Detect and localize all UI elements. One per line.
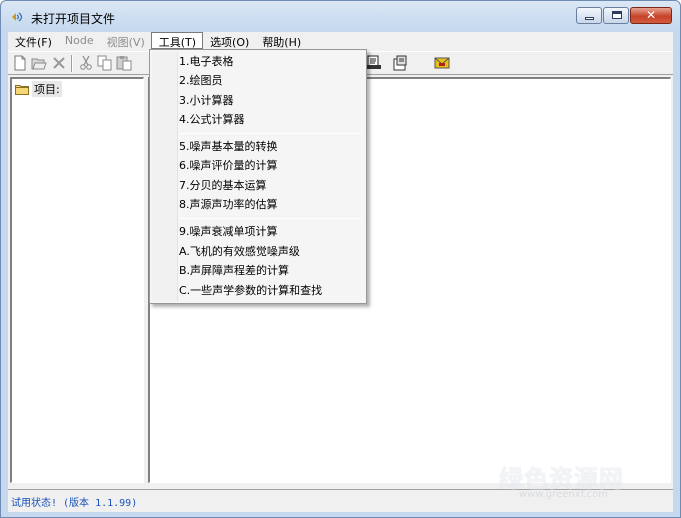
maximize-button[interactable]: [603, 7, 629, 24]
tools-menu-item[interactable]: B.声屏障声程差的计算: [179, 262, 289, 280]
tree-root-node[interactable]: 项目:: [15, 81, 62, 97]
tools-menu-item[interactable]: 1.电子表格: [179, 53, 234, 71]
paste-icon[interactable]: [115, 54, 133, 72]
tree-root-label: 项目:: [32, 81, 62, 97]
tools-menu-item[interactable]: 3.小计算器: [179, 92, 234, 110]
menu-options[interactable]: 选项(O): [203, 32, 255, 50]
menu-help[interactable]: 帮助(H): [255, 32, 307, 50]
menu-view[interactable]: 视图(V): [100, 32, 151, 50]
new-file-icon[interactable]: [11, 54, 29, 72]
tools-menu-item[interactable]: C.一些声学参数的计算和查找: [179, 282, 322, 300]
tools-menu-item[interactable]: 9.噪声衰减单项计算: [179, 223, 278, 241]
app-icon: [12, 12, 23, 22]
cut-icon[interactable]: [77, 54, 95, 72]
menu-bar: 文件(F) Node 视图(V) 工具(T) 选项(O) 帮助(H): [8, 32, 673, 50]
project-tree[interactable]: 项目:: [10, 77, 144, 483]
toolbar-separator: [71, 55, 73, 72]
caption-buttons: ✕: [576, 7, 672, 24]
status-text: 试用状态! (版本 1.1.99): [11, 498, 138, 509]
app-window: 未打开项目文件 ✕ 文件(F) Node 视图(V) 工具(T) 选项(O) 帮…: [0, 0, 681, 518]
minimize-button[interactable]: [576, 7, 602, 24]
delete-icon[interactable]: [50, 54, 68, 72]
tools-menu-item[interactable]: 4.公式计算器: [179, 111, 245, 129]
maximize-icon: [612, 11, 622, 19]
close-button[interactable]: ✕: [630, 7, 672, 24]
watermark-url: www.greenxf.com: [519, 489, 608, 500]
minimize-icon: [585, 17, 594, 20]
preview-icon[interactable]: [365, 54, 383, 72]
menu-tools[interactable]: 工具(T): [150, 32, 204, 49]
title-bar[interactable]: 未打开项目文件 ✕: [1, 1, 680, 31]
menu-file[interactable]: 文件(F): [8, 32, 58, 50]
properties-icon[interactable]: [391, 54, 409, 72]
tools-menu-item[interactable]: 5.噪声基本量的转换: [179, 138, 278, 156]
envelope-icon[interactable]: [433, 54, 451, 72]
tools-menu-dropdown: 1.电子表格 2.绘图员 3.小计算器 4.公式计算器 5.噪声基本量的转换 6…: [149, 49, 367, 304]
tools-menu-item[interactable]: 7.分贝的基本运算: [179, 177, 267, 195]
tools-menu-item[interactable]: 8.声源声功率的估算: [179, 196, 278, 214]
close-icon: ✕: [645, 8, 657, 22]
tools-menu-item[interactable]: 6.噪声评价量的计算: [179, 157, 278, 175]
window-title: 未打开项目文件: [31, 12, 116, 26]
tools-menu-item[interactable]: 2.绘图员: [179, 72, 223, 90]
menu-node[interactable]: Node: [58, 32, 100, 50]
watermark: 绿色资源网 www.greenxf.com: [499, 459, 669, 509]
open-folder-icon[interactable]: [30, 54, 48, 72]
menu-separator: [180, 218, 362, 219]
menu-icon-strip: [152, 52, 178, 301]
folder-icon: [15, 84, 29, 95]
tools-menu-item[interactable]: A.飞机的有效感觉噪声级: [179, 243, 300, 261]
copy-icon[interactable]: [96, 54, 114, 72]
menu-separator: [180, 133, 362, 134]
